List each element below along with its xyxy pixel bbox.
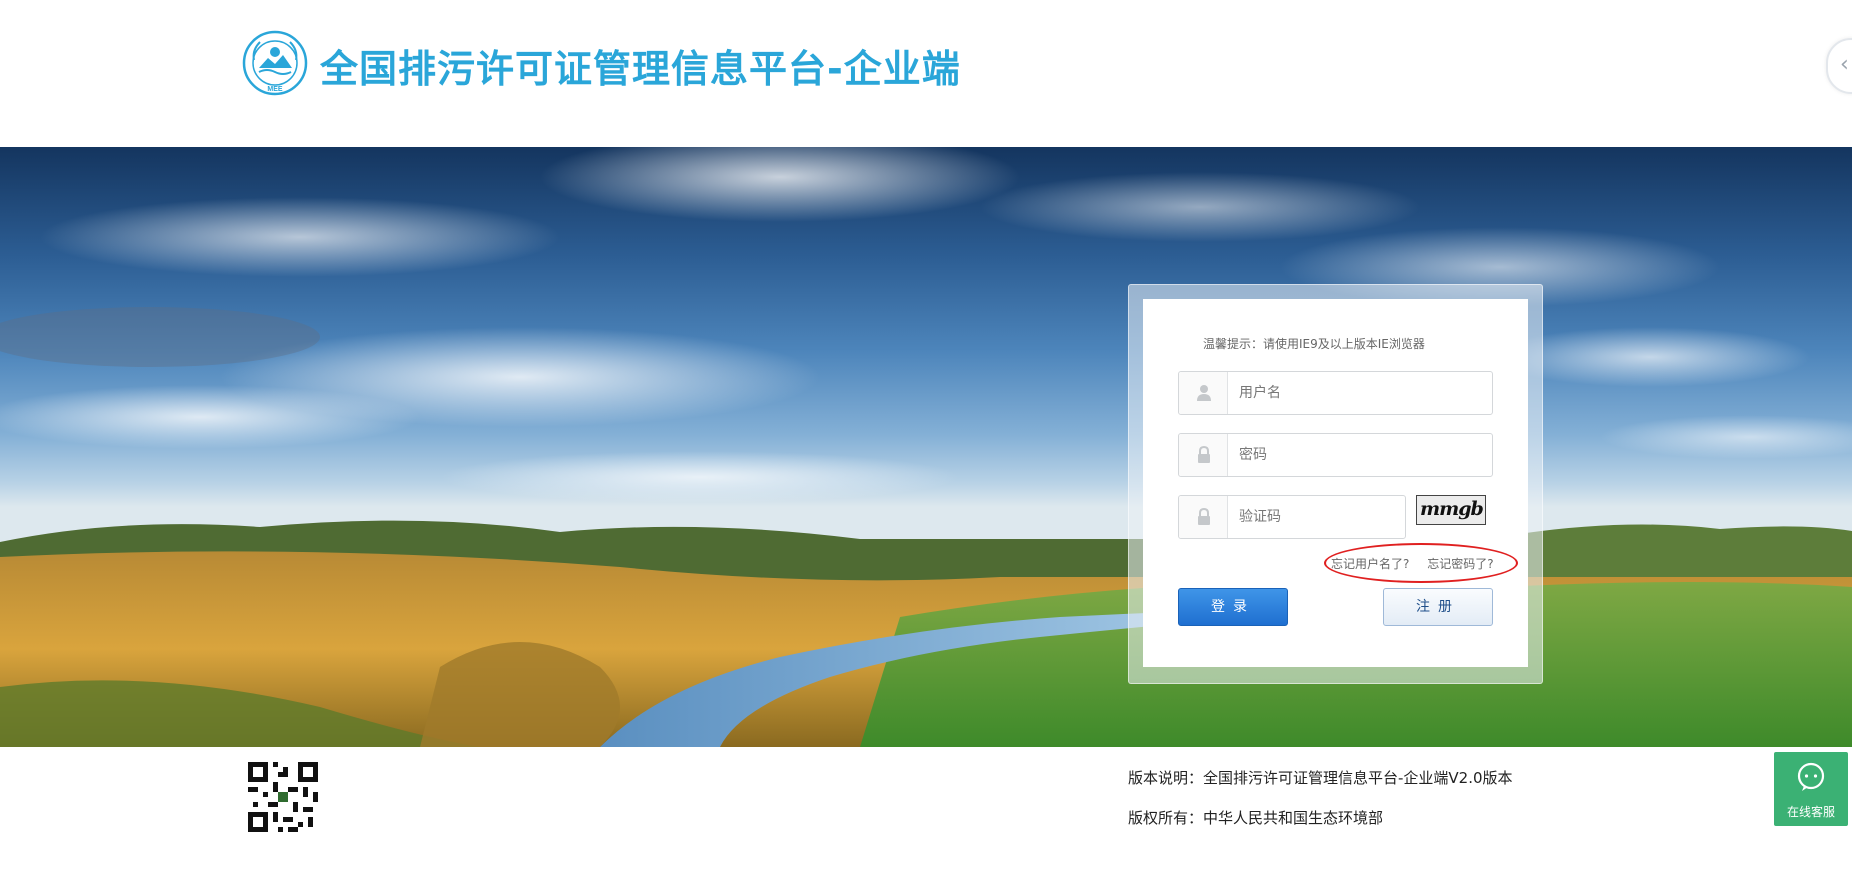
svg-text:MEE: MEE xyxy=(267,86,283,93)
password-field[interactable] xyxy=(1178,433,1493,477)
password-input[interactable] xyxy=(1239,444,1479,466)
mee-logo: MEE xyxy=(242,30,308,96)
chevron-left-icon: ‹ xyxy=(1840,52,1849,77)
captcha-input[interactable] xyxy=(1239,506,1399,528)
captcha-text: mmgb xyxy=(1420,498,1484,520)
captcha-icon-cell xyxy=(1179,496,1228,538)
browser-tip: 温馨提示：请使用IE9及以上版本IE浏览器 xyxy=(1203,337,1425,351)
qr-code xyxy=(248,762,318,832)
site-title: 全国排污许可证管理信息平台-企业端 xyxy=(320,47,961,91)
online-service-button[interactable]: 在线客服 xyxy=(1774,752,1848,826)
landscape-illustration xyxy=(0,147,1852,747)
side-collapse-tab[interactable]: ‹ xyxy=(1826,38,1852,94)
forgot-links: 忘记用户名了? 忘记密码了? xyxy=(1331,555,1508,572)
forgot-username-link[interactable]: 忘记用户名了? xyxy=(1331,557,1409,571)
login-form: 温馨提示：请使用IE9及以上版本IE浏览器 mmgb xyxy=(1143,299,1528,667)
captcha-image[interactable]: mmgb xyxy=(1416,495,1486,525)
copyright-info: 版权所有：中华人民共和国生态环境部 xyxy=(1128,809,1384,827)
online-service-label: 在线客服 xyxy=(1786,805,1835,819)
user-icon xyxy=(1197,385,1211,401)
username-icon-cell xyxy=(1179,372,1228,414)
lock-icon xyxy=(1198,508,1210,525)
header: MEE 全国排污许可证管理信息平台-企业端 ‹ xyxy=(0,0,1852,147)
banner-landscape xyxy=(0,147,1852,747)
version-info: 版本说明：全国排污许可证管理信息平台-企业端V2.0版本 xyxy=(1128,769,1513,787)
chat-bubble-icon xyxy=(1797,762,1825,791)
forgot-password-link[interactable]: 忘记密码了? xyxy=(1427,557,1493,571)
register-button[interactable]: 注册 xyxy=(1383,588,1493,626)
password-icon-cell xyxy=(1179,434,1228,476)
username-field[interactable] xyxy=(1178,371,1493,415)
login-button[interactable]: 登录 xyxy=(1178,588,1288,626)
lock-icon xyxy=(1198,446,1210,463)
username-input[interactable] xyxy=(1239,382,1479,404)
captcha-field[interactable] xyxy=(1178,495,1406,539)
